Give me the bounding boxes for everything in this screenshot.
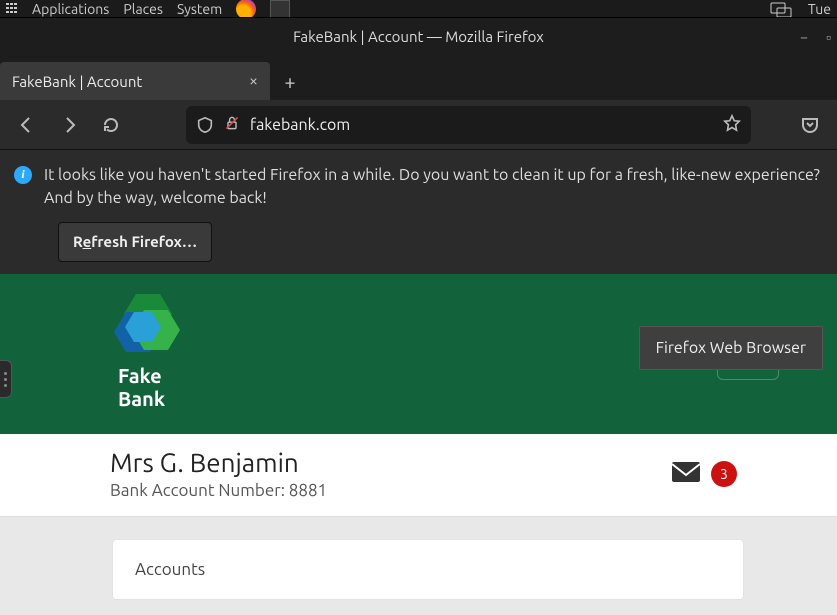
- bank-name-line2: Bank: [118, 387, 165, 410]
- url-bar[interactable]: fakebank.com: [186, 106, 751, 144]
- desktop-top-panel: Applications Places System Tue: [0, 0, 837, 17]
- url-text: fakebank.com: [250, 116, 713, 134]
- terminal-launcher-icon[interactable]: [270, 0, 290, 18]
- account-holder-name: Mrs G. Benjamin: [110, 448, 327, 477]
- info-icon: i: [14, 166, 32, 184]
- shield-icon: [196, 116, 214, 134]
- bank-name-line1: Fake: [118, 364, 165, 387]
- refresh-label-prefix: R: [73, 233, 83, 250]
- account-summary-strip: Mrs G. Benjamin Bank Account Number: 888…: [0, 434, 837, 517]
- firefox-title-bar: FakeBank | Account — Mozilla Firefox − ▫: [0, 17, 837, 55]
- firefox-info-bar: i It looks like you haven't started Fire…: [0, 150, 837, 274]
- apps-grid-icon[interactable]: [6, 3, 18, 15]
- menu-places[interactable]: Places: [123, 1, 163, 17]
- mail-count-badge: 3: [711, 461, 737, 487]
- bank-name: Fake Bank: [118, 364, 165, 410]
- taskbar-tooltip: Firefox Web Browser: [639, 326, 823, 370]
- refresh-label-suffix: fresh Firefox…: [91, 233, 197, 250]
- menu-applications[interactable]: Applications: [32, 1, 109, 17]
- account-number-label: Bank Account Number: 8881: [110, 481, 327, 500]
- back-button[interactable]: [10, 108, 44, 142]
- dock-reveal-handle[interactable]: [0, 360, 12, 398]
- tab-close-icon[interactable]: ×: [249, 72, 258, 90]
- nav-toolbar: fakebank.com: [0, 100, 837, 150]
- new-tab-button[interactable]: +: [270, 62, 310, 100]
- mail-icon[interactable]: [671, 461, 701, 487]
- tab-title: FakeBank | Account: [12, 73, 142, 90]
- maximize-button[interactable]: ▫: [826, 29, 831, 45]
- bookmark-star-icon[interactable]: [723, 114, 741, 136]
- tab-strip: FakeBank | Account × +: [0, 55, 837, 100]
- accounts-card: Accounts: [112, 539, 744, 600]
- window-title: FakeBank | Account — Mozilla Firefox: [293, 28, 544, 45]
- clock: Tue: [808, 1, 831, 17]
- insecure-lock-icon: [224, 115, 240, 135]
- reload-button[interactable]: [94, 108, 128, 142]
- forward-button[interactable]: [52, 108, 86, 142]
- bank-logo-icon[interactable]: [112, 294, 184, 364]
- minimize-button[interactable]: −: [800, 29, 808, 45]
- pocket-button[interactable]: [793, 108, 827, 142]
- refresh-label-accel: e: [83, 233, 92, 250]
- tab-active[interactable]: FakeBank | Account ×: [0, 62, 270, 100]
- info-message: It looks like you haven't started Firefo…: [44, 164, 823, 210]
- refresh-firefox-button[interactable]: Refresh Firefox…: [58, 222, 212, 262]
- firefox-launcher-icon[interactable]: [236, 0, 256, 19]
- accounts-card-title: Accounts: [135, 560, 721, 579]
- menu-system[interactable]: System: [177, 1, 222, 17]
